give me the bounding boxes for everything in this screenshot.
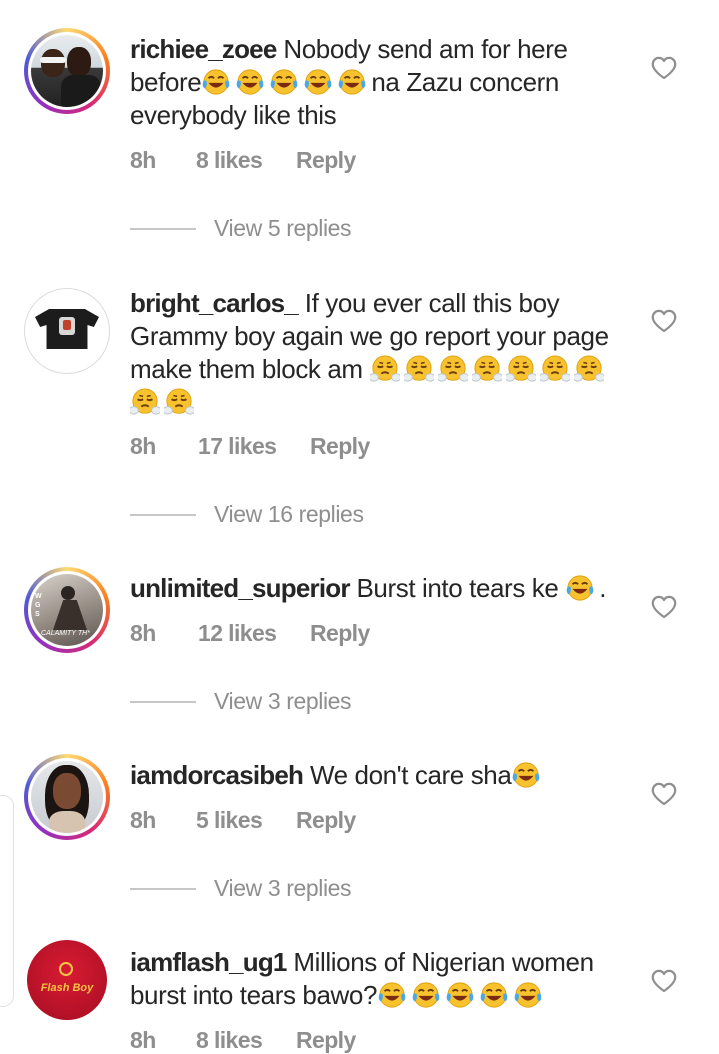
comment-time: 8h xyxy=(130,147,156,173)
laughing-tears-emoji-icon xyxy=(201,68,231,96)
likes-count[interactable]: 8 likes xyxy=(196,1027,296,1054)
steam-from-nose-emoji-icon xyxy=(472,355,502,383)
laughing-tears-emoji-icon xyxy=(377,981,407,1009)
laughing-tears-emoji-icon xyxy=(235,68,265,96)
likes-count[interactable]: 17 likes xyxy=(198,433,310,460)
view-replies-label: View 3 replies xyxy=(214,875,352,901)
laughing-tears-emoji-icon xyxy=(511,761,541,789)
steam-from-nose-emoji-icon xyxy=(404,355,434,383)
comment-text: iamflash_ug1 Millions of Nigerian women … xyxy=(130,947,594,1010)
comment-text: unlimited_superior Burst into tears ke . xyxy=(130,573,607,603)
reply-button[interactable]: Reply xyxy=(296,807,356,834)
like-heart-icon[interactable] xyxy=(650,593,678,621)
username[interactable]: richiee_zoee xyxy=(130,34,277,64)
divider xyxy=(130,513,196,516)
comment-time: 8h xyxy=(130,1027,156,1053)
likes-count[interactable]: 12 likes xyxy=(198,620,310,647)
comment-time: 8h xyxy=(130,620,156,646)
view-replies-button[interactable]: View 16 replies xyxy=(130,501,364,528)
steam-from-nose-emoji-icon xyxy=(438,355,468,383)
laughing-tears-emoji-icon xyxy=(269,68,299,96)
reply-button[interactable]: Reply xyxy=(310,620,370,647)
avatar[interactable] xyxy=(24,288,110,374)
avatar-caption: CALAMITY TH* xyxy=(41,630,90,637)
like-heart-icon[interactable] xyxy=(650,967,678,995)
divider xyxy=(130,227,196,230)
comment-text: bright_carlos_ If you ever call this boy… xyxy=(130,287,630,419)
steam-from-nose-emoji-icon xyxy=(164,388,194,416)
side-panel-edge xyxy=(0,795,14,1007)
laughing-tears-emoji-icon xyxy=(303,68,333,96)
comment-text: richiee_zoee Nobody send am for here bef… xyxy=(130,34,568,130)
view-replies-label: View 16 replies xyxy=(214,501,364,527)
view-replies-button[interactable]: View 5 replies xyxy=(130,215,352,242)
steam-from-nose-emoji-icon xyxy=(506,355,536,383)
steam-from-nose-emoji-icon xyxy=(370,355,400,383)
steam-from-nose-emoji-icon xyxy=(574,355,604,383)
likes-count[interactable]: 8 likes xyxy=(196,147,296,174)
view-replies-button[interactable]: View 3 replies xyxy=(130,875,352,902)
view-replies-button[interactable]: View 3 replies xyxy=(130,688,352,715)
like-heart-icon[interactable] xyxy=(650,307,678,335)
avatar[interactable] xyxy=(24,754,110,840)
flash-logo-icon xyxy=(59,962,73,976)
steam-from-nose-emoji-icon xyxy=(130,388,160,416)
view-replies-label: View 3 replies xyxy=(214,688,352,714)
laughing-tears-emoji-icon xyxy=(513,981,543,1009)
like-heart-icon[interactable] xyxy=(650,54,678,82)
comment-time: 8h xyxy=(130,433,156,459)
username[interactable]: iamdorcasibeh xyxy=(130,760,304,790)
laughing-tears-emoji-icon xyxy=(445,981,475,1009)
avatar[interactable] xyxy=(24,28,110,114)
laughing-tears-emoji-icon xyxy=(565,574,595,602)
username[interactable]: iamflash_ug1 xyxy=(130,947,287,977)
avatar-side-text: W G S xyxy=(35,593,42,618)
view-replies-label: View 5 replies xyxy=(214,215,352,241)
username[interactable]: bright_carlos_ xyxy=(130,288,299,318)
divider xyxy=(130,887,196,890)
laughing-tears-emoji-icon xyxy=(411,981,441,1009)
avatar[interactable]: W G S CALAMITY TH* xyxy=(24,567,110,653)
reply-button[interactable]: Reply xyxy=(296,147,356,174)
comment-text: iamdorcasibeh We don't care sha xyxy=(130,759,630,792)
like-heart-icon[interactable] xyxy=(650,780,678,808)
divider xyxy=(130,700,196,703)
comment-time: 8h xyxy=(130,807,156,833)
reply-button[interactable]: Reply xyxy=(296,1027,356,1054)
username[interactable]: unlimited_superior xyxy=(130,573,350,603)
steam-from-nose-emoji-icon xyxy=(540,355,570,383)
likes-count[interactable]: 5 likes xyxy=(196,807,296,834)
reply-button[interactable]: Reply xyxy=(310,433,370,460)
avatar-logo-text: Flash Boy xyxy=(40,982,94,994)
laughing-tears-emoji-icon xyxy=(337,68,367,96)
laughing-tears-emoji-icon xyxy=(479,981,509,1009)
avatar[interactable]: Flash Boy xyxy=(27,940,107,1020)
